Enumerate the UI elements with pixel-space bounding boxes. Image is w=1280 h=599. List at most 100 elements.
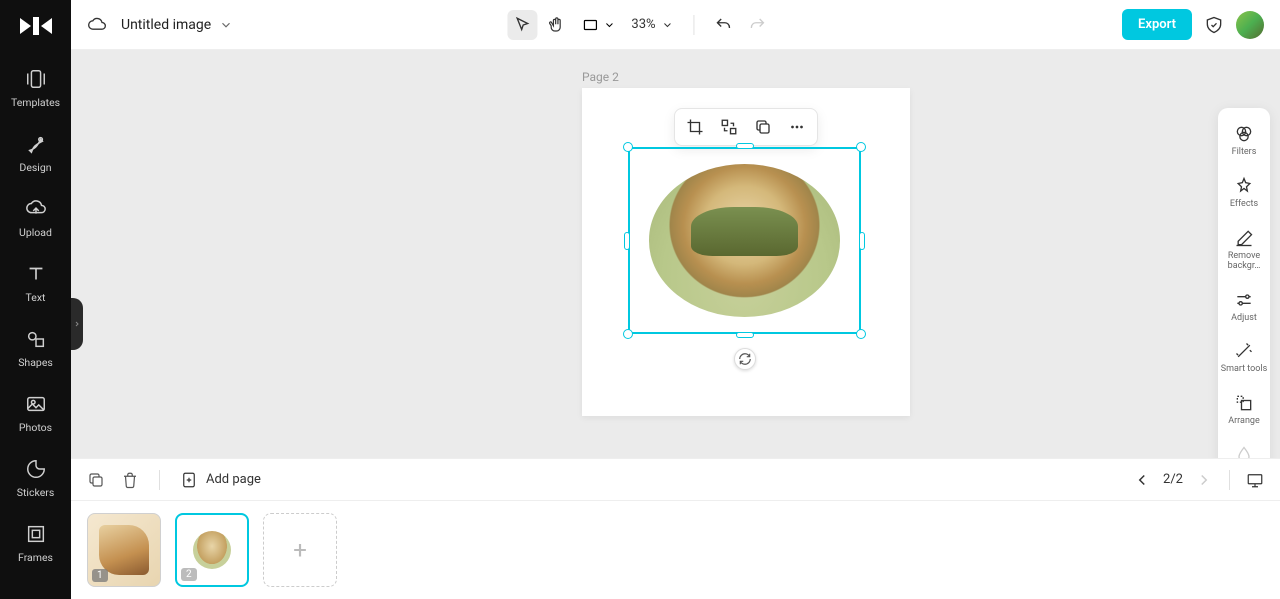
app-logo[interactable] [17,12,55,40]
nav-stickers[interactable]: Stickers [0,448,71,513]
nav-label: Frames [18,551,53,564]
effects-icon [1234,176,1254,196]
add-page-icon [180,471,198,489]
photos-icon [25,393,47,415]
replace-icon [720,118,738,136]
nav-upload[interactable]: Upload [0,188,71,253]
filters-button[interactable]: Filters [1218,116,1270,166]
divider [159,470,160,490]
document-title: Untitled image [121,17,211,33]
arrange-icon [1234,393,1254,413]
remove-background-button[interactable]: Remove backgr… [1218,220,1270,280]
cursor-icon [513,16,531,34]
resize-handle-s[interactable] [736,332,754,338]
nav-label: Text [26,291,46,304]
export-button[interactable]: Export [1122,9,1192,40]
nav-shapes[interactable]: Shapes [0,318,71,383]
cloud-sync-icon[interactable] [87,15,107,35]
filters-icon [1234,124,1254,144]
frames-icon [25,523,47,545]
thumbnail-strip: 1 2 + [71,500,1280,599]
nav-label: Shapes [18,356,53,369]
page-label: Page 2 [582,70,619,84]
topbar-right: Export [1122,9,1264,40]
nav-label: Design [19,161,51,174]
more-icon [788,118,806,136]
selection-box[interactable] [628,147,861,334]
select-tool[interactable] [507,10,537,40]
nav-frames[interactable]: Frames [0,513,71,578]
arrange-button[interactable]: Arrange [1218,385,1270,435]
redo-button[interactable] [743,10,773,40]
nav-design[interactable]: Design [0,123,71,188]
chevron-down-icon [662,19,674,31]
nav-label: Templates [11,96,60,109]
expand-sidebar-tab[interactable] [71,298,83,350]
shield-icon[interactable] [1204,15,1224,35]
rotate-handle[interactable] [734,348,756,370]
shapes-icon [25,328,47,350]
replace-button[interactable] [717,115,741,139]
duplicate-icon [754,118,772,136]
redo-icon [749,16,767,34]
smart-tools-button[interactable]: Smart tools [1218,333,1270,383]
crop-button[interactable] [683,115,707,139]
document-title-dropdown[interactable]: Untitled image [121,17,233,33]
user-avatar[interactable] [1236,11,1264,39]
duplicate-button[interactable] [751,115,775,139]
divider [1229,470,1230,490]
resize-handle-w[interactable] [624,232,630,250]
left-sidebar: Templates Design Upload Text Shapes Phot… [0,0,71,599]
opacity-icon [1234,445,1254,458]
bottom-left: Add page [87,470,261,490]
nav-templates[interactable]: Templates [0,58,71,123]
more-button[interactable] [785,115,809,139]
aspect-icon [581,16,599,34]
resize-handle-sw[interactable] [623,329,633,339]
rp-label: Effects [1230,200,1258,210]
zoom-dropdown[interactable]: 33% [625,17,679,32]
nav-label: Stickers [17,486,54,499]
add-page-label: Add page [206,472,261,487]
resize-handle-e[interactable] [859,232,865,250]
adjust-button[interactable]: Adjust [1218,282,1270,332]
present-button[interactable] [1246,471,1264,489]
resize-handle-ne[interactable] [856,142,866,152]
divider [694,15,695,35]
bottom-right: 2/2 [1133,470,1264,490]
resize-handle-se[interactable] [856,329,866,339]
stickers-icon [25,458,47,480]
resize-handle-n[interactable] [736,143,754,149]
crop-icon [686,118,704,136]
adjust-icon [1234,290,1254,310]
hand-tool[interactable] [541,10,571,40]
aspect-ratio-dropdown[interactable] [575,16,621,34]
page-thumbnail-2[interactable]: 2 [175,513,249,587]
canvas-area[interactable]: Page 2 [71,50,1280,458]
selection-border [628,147,861,334]
add-page-button[interactable]: Add page [180,471,261,489]
zoom-value: 33% [631,17,655,32]
prev-page-button[interactable] [1133,471,1151,489]
nav-photos[interactable]: Photos [0,383,71,448]
topbar-left: Untitled image [87,15,233,35]
page-thumbnail-1[interactable]: 1 [87,513,161,587]
add-page-thumbnail[interactable]: + [263,513,337,587]
nav-text[interactable]: Text [0,253,71,318]
nav-label: Upload [19,226,52,239]
nav-label: Photos [19,421,52,434]
undo-icon [715,16,733,34]
topbar-center: 33% [507,10,772,40]
effects-button[interactable]: Effects [1218,168,1270,218]
undo-button[interactable] [709,10,739,40]
thumb-number: 2 [181,568,197,581]
delete-page-button[interactable] [121,471,139,489]
selection-toolbar [674,108,818,146]
templates-icon [25,68,47,90]
next-page-button [1195,471,1213,489]
chevron-right-icon [73,320,81,328]
wand-icon [1234,341,1254,361]
resize-handle-nw[interactable] [623,142,633,152]
duplicate-page-button[interactable] [87,471,105,489]
eraser-icon [1234,228,1254,248]
